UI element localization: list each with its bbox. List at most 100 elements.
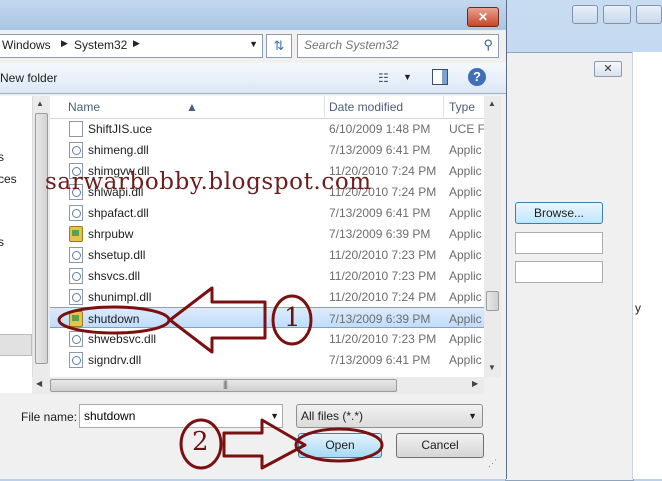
refresh-button[interactable]: ⇅ [266,34,292,58]
search-icon[interactable]: ⚲ [483,37,493,53]
dll-icon [69,289,83,305]
background-input-2[interactable] [515,261,603,283]
nav-item[interactable]: ces [0,172,17,186]
search-input[interactable] [304,38,470,52]
column-name[interactable]: Name [68,100,100,114]
dll-icon [69,352,83,368]
file-row[interactable]: shunimpl.dll 11/20/2010 7:24 PM Applic [50,286,484,307]
address-bar[interactable]: Windows ▶ System32 ▶ ▼ [0,34,263,58]
file-date-modified: 11/20/2010 7:23 PM [329,248,437,262]
open-button[interactable]: Open [298,433,382,458]
close-icon: ✕ [603,63,613,75]
file-type: Applic [449,353,482,367]
file-row[interactable]: shpafact.dll 7/13/2009 6:41 PM Applic [50,202,484,223]
minimize-button[interactable] [572,5,598,24]
file-type-dropdown-icon[interactable]: ▼ [468,411,477,421]
help-icon[interactable]: ? [468,68,486,86]
view-options-icon[interactable]: ☷ [378,71,389,85]
file-row[interactable]: signdrv.dll 7/13/2009 6:41 PM Applic [50,349,484,370]
title-bar: ✕ [0,0,506,30]
file-name-label: File name: [21,410,78,424]
breadcrumb-chevron-icon[interactable]: ▶ [61,38,68,49]
scroll-left-icon[interactable]: ◀ [36,379,42,388]
file-date-modified: 11/20/2010 7:24 PM [329,290,437,304]
nav-scroll-thumb[interactable] [35,113,48,364]
file-type: Applic [449,227,482,241]
scroll-right-icon[interactable]: ▶ [472,379,478,388]
maximize-button[interactable] [603,5,631,24]
file-type: Applic [449,248,482,262]
file-name: shsvcs.dll [88,269,141,283]
file-row[interactable]: shutdown 7/13/2009 6:39 PM Applic [50,307,484,328]
file-type-select[interactable]: All files (*.*) ▼ [296,404,483,428]
search-box[interactable]: ⚲ [297,34,499,58]
file-type-value: All files (*.*) [301,409,364,423]
file-type: Applic [449,164,482,178]
exe-icon [69,311,83,327]
nav-selected-item[interactable] [0,334,32,356]
file-date-modified: 7/13/2009 6:39 PM [329,312,431,326]
file-name: shrpubw [88,227,134,241]
resize-grip-icon[interactable]: ⋰ [488,458,497,469]
column-type[interactable]: Type [449,100,475,114]
column-date-modified[interactable]: Date modified [329,100,403,114]
exe-icon [69,226,83,242]
file-row[interactable]: shimeng.dll 7/13/2009 6:41 PM Applic [50,139,484,160]
file-type: Applic [449,312,482,326]
nav-item[interactable]: s [0,235,4,249]
file-row[interactable]: ShiftJIS.uce 6/10/2009 1:48 PM UCE Fi [50,118,488,139]
file-date-modified: 11/20/2010 7:23 PM [329,269,437,283]
file-type: Applic [449,143,482,157]
file-name-combobox[interactable]: ▼ [79,404,283,428]
file-type: Applic [449,269,482,283]
dll-icon [69,247,83,263]
view-dropdown-icon[interactable]: ▼ [403,72,412,82]
column-header: ▲ Name Date modified Type [50,96,484,119]
file-date-modified: 7/13/2009 6:41 PM [329,353,431,367]
step-2-label: 2 [192,427,209,457]
file-name: shpafact.dll [88,206,149,220]
file-date-modified: 6/10/2009 1:48 PM [329,122,431,136]
close-button[interactable]: ✕ [467,7,499,27]
browse-button[interactable]: Browse... [515,202,603,224]
close-icon: ✕ [477,10,489,24]
file-list: ▲ Name Date modified Type ShiftJIS.uce 6/… [50,96,488,377]
background-right-pane: y [632,52,662,479]
file-type: Applic [449,185,482,199]
file-row[interactable]: shwebsvc.dll 11/20/2010 7:23 PM Applic [50,328,484,349]
breadcrumb-windows[interactable]: Windows [2,38,51,52]
bg-close-button[interactable] [636,5,662,24]
breadcrumb-system32[interactable]: System32 [74,38,127,52]
file-name: shutdown [88,312,140,326]
panel-close-button[interactable]: ✕ [594,61,622,77]
dll-icon [69,142,83,158]
file-list-horizontal-scrollbar[interactable]: ◀ ||| ▶ [32,377,484,394]
scroll-down-icon[interactable]: ▼ [488,363,496,372]
file-name-input[interactable] [84,409,264,423]
background-input-1[interactable] [515,232,603,254]
nav-item[interactable]: s [0,150,4,164]
file-date-modified: 11/20/2010 7:23 PM [329,332,437,346]
step-1-label: 1 [284,303,301,333]
preview-pane-icon[interactable] [432,69,448,85]
scroll-up-icon[interactable]: ▲ [488,99,496,108]
cancel-button[interactable]: Cancel [396,433,484,458]
file-name-dropdown-icon[interactable]: ▼ [270,411,279,421]
horizontal-scroll-thumb[interactable]: ||| [50,379,397,392]
breadcrumb-chevron-icon[interactable]: ▶ [133,38,140,49]
nav-scrollbar[interactable]: ▲ ▼ [32,96,50,393]
scroll-up-icon[interactable]: ▲ [36,99,44,108]
file-row[interactable]: shsetup.dll 11/20/2010 7:23 PM Applic [50,244,484,265]
new-folder-button[interactable]: New folder [0,71,57,85]
vertical-scroll-thumb[interactable] [486,291,499,311]
address-dropdown-icon[interactable]: ▼ [249,39,258,49]
file-name: shimeng.dll [88,143,149,157]
grip-icon: ||| [223,379,228,389]
file-row[interactable]: shrpubw 7/13/2009 6:39 PM Applic [50,223,484,244]
dll-icon [69,331,83,347]
file-type: Applic [449,332,482,346]
file-name: ShiftJIS.uce [88,122,153,136]
file-row[interactable]: shsvcs.dll 11/20/2010 7:23 PM Applic [50,265,484,286]
file-list-vertical-scrollbar[interactable]: ▲ ▼ [484,96,501,377]
toolbar: New folder ☷ ▼ ? [0,63,506,94]
